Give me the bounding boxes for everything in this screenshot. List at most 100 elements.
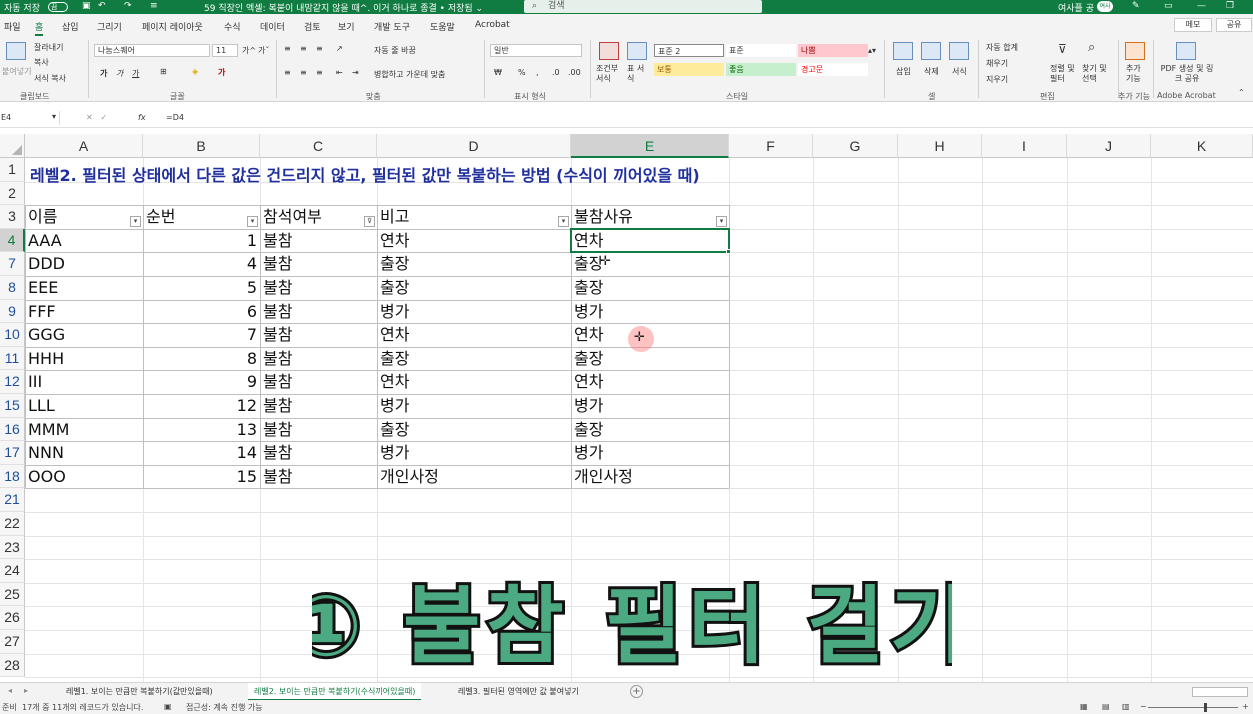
- sort-filter-icon[interactable]: ⊽: [1058, 42, 1067, 56]
- sheet-tab-level2[interactable]: 레벨2. 보이는 만큼만 복붙하기(수식끼어있을때): [248, 683, 422, 701]
- italic-button[interactable]: 가: [116, 68, 123, 79]
- zoom-slider-thumb[interactable]: [1204, 703, 1207, 712]
- style-normal[interactable]: 표준: [726, 44, 796, 57]
- fill-button[interactable]: 채우기: [986, 58, 1008, 69]
- column-header-k[interactable]: K: [1151, 134, 1253, 158]
- style-warning[interactable]: 경고문: [798, 63, 868, 76]
- table-cell[interactable]: 병가: [571, 394, 729, 418]
- insert-cells-icon[interactable]: [893, 42, 913, 60]
- table-cell[interactable]: 병가: [377, 441, 571, 465]
- row-header-3[interactable]: 3: [0, 205, 25, 229]
- tab-formulas[interactable]: 수식: [224, 20, 241, 33]
- grow-font-button[interactable]: 가^: [242, 45, 256, 56]
- row-header-23[interactable]: 23: [0, 535, 25, 560]
- table-cell[interactable]: 병가: [571, 300, 729, 324]
- table-header-cell[interactable]: 비고: [377, 205, 571, 229]
- align-left-icon[interactable]: ≡: [284, 68, 291, 77]
- page-break-view-icon[interactable]: ▥: [1122, 702, 1130, 711]
- table-cell[interactable]: 출장: [377, 418, 571, 442]
- row-header-17[interactable]: 17: [0, 441, 25, 465]
- delete-button[interactable]: 삭제: [924, 66, 939, 77]
- column-header-j[interactable]: J: [1067, 134, 1151, 158]
- style-good[interactable]: 좋음: [726, 63, 796, 76]
- table-cell[interactable]: 출장: [377, 276, 571, 300]
- delete-cells-icon[interactable]: [921, 42, 941, 60]
- table-cell[interactable]: 5: [143, 276, 260, 300]
- tab-file[interactable]: 파일: [4, 20, 21, 33]
- table-cell[interactable]: 불참: [260, 347, 377, 371]
- name-box[interactable]: E4: [0, 111, 60, 125]
- table-cell[interactable]: III: [25, 370, 143, 394]
- table-cell[interactable]: 7: [143, 323, 260, 347]
- row-header-25[interactable]: 25: [0, 582, 25, 607]
- table-cell[interactable]: 15: [143, 465, 260, 489]
- tab-home[interactable]: 홈: [35, 20, 44, 36]
- collapse-ribbon-icon[interactable]: ⌃: [1238, 88, 1245, 97]
- style-normal2[interactable]: 표준 2: [654, 44, 724, 57]
- table-cell[interactable]: EEE: [25, 276, 143, 300]
- orientation-icon[interactable]: ↗: [336, 44, 343, 53]
- row-header-22[interactable]: 22: [0, 512, 25, 536]
- find-icon[interactable]: ⌕: [1088, 40, 1095, 55]
- accessibility-status[interactable]: 접근성: 계속 진행 가능: [186, 702, 263, 713]
- row-header-21[interactable]: 21: [0, 488, 25, 512]
- insert-button[interactable]: 삽입: [896, 66, 911, 77]
- column-header-a[interactable]: A: [25, 134, 143, 158]
- align-middle-icon[interactable]: ≡: [300, 44, 307, 53]
- row-header-1[interactable]: 1: [0, 158, 25, 182]
- increase-indent-icon[interactable]: ⇥: [352, 68, 359, 77]
- table-cell[interactable]: DDD: [25, 252, 143, 276]
- table-cell[interactable]: 14: [143, 441, 260, 465]
- align-bottom-icon[interactable]: ≡: [316, 44, 323, 53]
- horizontal-scrollbar[interactable]: [1192, 687, 1248, 697]
- row-header-28[interactable]: 28: [0, 653, 25, 678]
- sort-filter-button[interactable]: 정렬 및 필터: [1050, 64, 1078, 84]
- pdf-icon[interactable]: [1176, 42, 1196, 60]
- autosave-toggle[interactable]: 끔: [48, 2, 68, 12]
- autosum-button[interactable]: 자동 합계: [986, 42, 1018, 53]
- table-cell[interactable]: 불참: [260, 465, 377, 489]
- row-header-12[interactable]: 12: [0, 370, 25, 394]
- tab-help[interactable]: 도움말: [430, 20, 455, 33]
- table-cell[interactable]: MMM: [25, 418, 143, 442]
- table-cell[interactable]: 출장: [377, 252, 571, 276]
- style-bad[interactable]: 나쁨: [798, 44, 868, 57]
- table-cell[interactable]: 8: [143, 347, 260, 371]
- border-icon[interactable]: ⊞: [160, 67, 167, 76]
- paste-button[interactable]: 붙여넣기: [2, 66, 31, 77]
- row-header-7[interactable]: 7: [0, 252, 25, 276]
- fill-color-icon[interactable]: ◈: [192, 67, 198, 76]
- table-cell[interactable]: 연차: [571, 370, 729, 394]
- filter-active-icon[interactable]: ⊽: [364, 216, 375, 228]
- table-header-cell[interactable]: 이름: [25, 205, 143, 229]
- table-cell[interactable]: 불참: [260, 323, 377, 347]
- table-cell[interactable]: 불참: [260, 229, 377, 253]
- column-header-c[interactable]: C: [260, 134, 377, 158]
- row-header-18[interactable]: 18: [0, 464, 25, 489]
- row-header-2[interactable]: 2: [0, 181, 25, 206]
- font-size-combo[interactable]: 11: [212, 44, 238, 57]
- tab-data[interactable]: 데이터: [260, 20, 285, 33]
- clear-button[interactable]: 지우기: [986, 74, 1008, 85]
- save-icon[interactable]: ▣: [82, 1, 91, 11]
- column-header-b[interactable]: B: [143, 134, 260, 158]
- column-header-f[interactable]: F: [729, 134, 813, 158]
- table-cell[interactable]: 개인사정: [571, 465, 729, 489]
- create-pdf-button[interactable]: PDF 생성 및 링크 공유: [1160, 64, 1214, 84]
- format-as-table-button[interactable]: 표 서식: [627, 64, 647, 84]
- table-cell[interactable]: 불참: [260, 441, 377, 465]
- prev-sheet-icon[interactable]: ◂: [8, 686, 12, 695]
- find-select-button[interactable]: 찾기 및 선택: [1082, 64, 1112, 84]
- column-header-d[interactable]: D: [377, 134, 571, 158]
- row-header-15[interactable]: 15: [0, 394, 25, 418]
- underline-button[interactable]: 가: [132, 68, 139, 79]
- fill-handle[interactable]: [726, 249, 731, 255]
- table-cell[interactable]: 출장: [571, 347, 729, 371]
- tab-page-layout[interactable]: 페이지 레이아웃: [142, 20, 203, 33]
- share-button[interactable]: 공유: [1216, 18, 1252, 32]
- macro-record-icon[interactable]: ▣: [164, 702, 172, 711]
- sheet-tab-level1[interactable]: 레벨1. 보이는 만큼만 복붙하기(값만있을때): [60, 683, 219, 701]
- row-header-27[interactable]: 27: [0, 630, 25, 654]
- align-right-icon[interactable]: ≡: [316, 68, 323, 77]
- column-header-g[interactable]: G: [813, 134, 898, 158]
